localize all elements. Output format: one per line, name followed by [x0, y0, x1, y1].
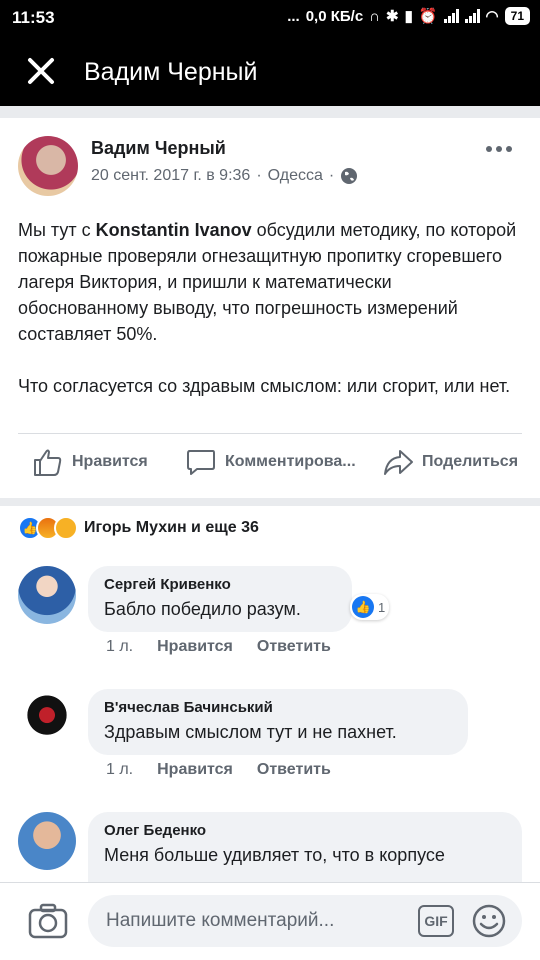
gif-button[interactable]: GIF: [418, 905, 454, 937]
sad-reaction-icon: [54, 516, 78, 540]
post-author[interactable]: Вадим Черный: [91, 138, 226, 159]
wifi-icon: ◠: [485, 8, 499, 25]
comment-time: 1 л.: [106, 761, 134, 778]
like-button[interactable]: Нравится: [32, 446, 148, 478]
app-header: Вадим Черный: [0, 36, 540, 106]
signal-icon: [443, 9, 459, 23]
battery-icon: 71: [504, 7, 530, 25]
post-location[interactable]: Одесса: [268, 167, 323, 185]
like-reaction-icon: 👍: [352, 596, 374, 618]
commenter-name[interactable]: Олег Беденко: [104, 822, 506, 839]
meta-sep: ·: [256, 167, 262, 184]
signal-2-icon: [464, 9, 480, 23]
camera-icon[interactable]: [28, 903, 68, 939]
post-body: Мы тут с Konstantin Ivanov обсудили мето…: [18, 217, 518, 399]
comment-meta: 1 л. Нравится Ответить: [106, 761, 331, 779]
comment-like-link[interactable]: Нравится: [157, 761, 233, 779]
author-avatar[interactable]: [18, 136, 78, 196]
comment-reply-link[interactable]: Ответить: [257, 761, 331, 779]
share-icon: [384, 450, 413, 475]
post-card: Вадим Черный 20 сент. 2017 г. в 9:36 · О…: [0, 118, 540, 498]
commenter-name[interactable]: Сергей Кривенко: [104, 576, 336, 593]
comment-placeholder: Напишите комментарий...: [106, 910, 335, 931]
post-actions: Нравится Комментирова... Поделиться: [0, 446, 540, 486]
status-dots: ...: [287, 7, 300, 25]
comment-text: Здравым смыслом тут и не пахнет.: [104, 722, 397, 742]
comment-reaction-badge[interactable]: 👍 1: [350, 594, 390, 620]
comment-reply-link[interactable]: Ответить: [257, 638, 331, 656]
headphones-icon: ∩: [369, 7, 381, 25]
comments-section: 👍 Игорь Мухин и еще 36 Сергей Кривенко Б…: [0, 506, 540, 902]
comment-button[interactable]: Комментирова...: [185, 446, 356, 478]
share-button[interactable]: Поделиться: [382, 446, 518, 478]
comment-like-count: 1: [378, 599, 386, 615]
more-options-button[interactable]: [486, 146, 512, 152]
page-title: Вадим Черный: [84, 58, 258, 86]
commenter-avatar[interactable]: [18, 689, 76, 747]
thumbs-up-icon: [34, 449, 62, 476]
globe-icon: [341, 168, 358, 184]
reactions-text: Игорь Мухин и еще 36: [84, 519, 259, 536]
comment-label: Комментирова...: [225, 453, 356, 470]
comment-like-link[interactable]: Нравится: [157, 638, 233, 656]
divider: [18, 433, 522, 434]
status-time: 11:53: [12, 8, 55, 27]
commenter-avatar[interactable]: [18, 812, 76, 870]
comment-input[interactable]: Напишите комментарий... GIF: [88, 895, 522, 947]
comment-text: Бабло победило разум.: [104, 599, 301, 619]
comment-text: Меня больше удивляет то, что в корпусе: [104, 845, 445, 865]
like-label: Нравится: [72, 453, 148, 470]
comment-time: 1 л.: [106, 638, 134, 655]
comment-meta: 1 л. Нравится Ответить: [106, 638, 331, 656]
commenter-avatar[interactable]: [18, 566, 76, 624]
post-date[interactable]: 20 сент. 2017 г. в 9:36: [91, 167, 250, 185]
comment-bubble[interactable]: В'ячеслав Бачинський Здравым смыслом тут…: [88, 689, 468, 755]
reactions-summary[interactable]: 👍 Игорь Мухин и еще 36: [18, 516, 259, 540]
post-meta: 20 сент. 2017 г. в 9:36 · Одесса ·: [91, 167, 358, 185]
sticker-icon[interactable]: [471, 903, 507, 939]
comment-bubble[interactable]: Сергей Кривенко Бабло победило разум.: [88, 566, 352, 632]
comment-icon: [187, 450, 215, 475]
meta-sep: ·: [328, 167, 335, 184]
share-label: Поделиться: [422, 453, 519, 470]
status-icons: ... 0,0 КБ/с ∩ ✱ ▮ ⏰ ◠ 71: [287, 7, 530, 25]
commenter-name[interactable]: В'ячеслав Бачинський: [104, 699, 452, 716]
close-icon[interactable]: [26, 56, 56, 86]
status-bar: 11:53 ... 0,0 КБ/с ∩ ✱ ▮ ⏰ ◠ 71: [0, 0, 540, 36]
net-speed: 0,0 КБ/с: [305, 7, 364, 25]
bluetooth-icon: ✱: [386, 8, 399, 25]
post-text-paragraph: Что согласуется со здравым смыслом: или …: [18, 376, 511, 396]
post-text-part: Мы тут с: [18, 220, 96, 240]
toggle-icon: ▮: [404, 8, 413, 25]
mention-link[interactable]: Konstantin Ivanov: [96, 220, 252, 240]
comment-composer: Напишите комментарий... GIF: [0, 882, 540, 960]
alarm-icon: ⏰: [418, 8, 438, 25]
